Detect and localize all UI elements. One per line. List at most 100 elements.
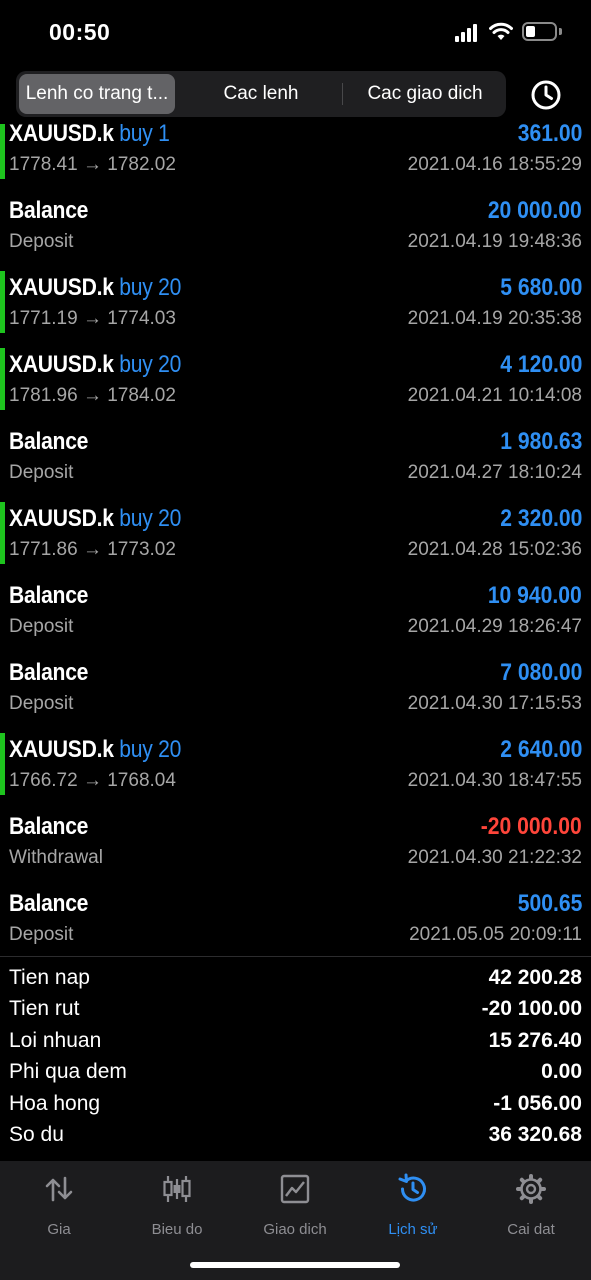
tab-orders[interactable]: Cac lenh [182,74,340,114]
summary-label: Phi qua dem [9,1060,127,1084]
balance-row[interactable]: Balance Deposit 7 080.00 2021.04.30 17:15:5… [0,647,591,724]
row-amount: 7 080.00 [499,659,582,686]
row-detail: 1771.86 → 1773.02 [9,539,176,560]
row-amount: 10 940.00 [488,582,582,609]
summary-row: Phi qua dem 0.00 [0,1058,591,1089]
row-title: XAUUSD.k buy 20 [9,505,181,533]
summary-label: Loi nhuan [9,1028,102,1052]
history-list[interactable]: XAUUSD.k buy 1 1778.41 → 1782.02 361.00 202… [0,124,591,956]
row-amount: 2 320.00 [499,505,582,532]
summary-row: Tien nap 42 200.28 [0,964,591,995]
buy-indicator-bar [0,348,5,410]
row-title: Balance [9,890,88,918]
tab-history-label: Lịch sử [388,1221,438,1238]
row-amount: 4 120.00 [499,351,582,378]
tab-history[interactable]: Lịch sử [354,1171,472,1241]
summary-value: 42 200.28 [488,966,582,989]
summary-value: 15 276.40 [488,1028,582,1052]
battery-icon [522,22,557,41]
summary-label: So du [9,1122,64,1146]
buy-indicator-bar [0,271,5,333]
row-title: Balance [9,659,88,687]
tab-trade[interactable]: Giao dich [236,1171,354,1241]
row-detail: Deposit [9,693,74,714]
trade-row[interactable]: XAUUSD.k buy 20 1781.96 → 1784.02 4 120.00… [0,339,591,416]
home-indicator [190,1262,400,1268]
row-title: Balance [9,197,88,225]
row-detail: Deposit [9,462,74,483]
row-title: Balance [9,582,88,610]
row-symbol: XAUUSD.k [9,274,114,301]
row-side: buy 20 [119,351,182,378]
summary-value: -1 056.00 [493,1091,582,1115]
history-clock-icon [398,1173,426,1202]
row-detail: 1778.41 → 1782.02 [9,154,176,175]
summary-value: 36 320.68 [488,1122,582,1146]
quotes-arrows-icon [45,1176,73,1202]
buy-indicator-bar [0,124,5,179]
tab-chart[interactable]: Bieu do [118,1171,236,1241]
status-time: 00:50 [49,19,111,45]
balance-row[interactable]: Balance Deposit 20 000.00 2021.04.19 19:48:… [0,185,591,262]
row-time: 2021.04.21 10:14:08 [407,385,582,406]
wifi-icon [489,22,513,40]
row-time: 2021.04.16 18:55:29 [407,154,582,175]
summary-label: Tien rut [9,997,80,1021]
trade-chart-icon [280,1174,310,1204]
row-symbol: Balance [9,582,89,609]
row-amount: 2 640.00 [499,736,582,763]
summary-row: Loi nhuan 15 276.40 [0,1027,591,1058]
row-time: 2021.04.19 19:48:36 [407,231,582,252]
row-amount: 361.00 [517,124,582,147]
history-tabs-row: Lenh co trang t... Cac lenh Cac giao dic… [0,66,591,124]
summary-value: 0.00 [541,1060,582,1084]
row-symbol: XAUUSD.k [9,736,114,763]
summary-divider [0,956,591,957]
tab-quotes[interactable]: Gia [0,1171,118,1241]
row-symbol: XAUUSD.k [9,351,114,378]
summary-row: So du 36 320.68 [0,1121,591,1152]
row-symbol: XAUUSD.k [9,505,114,532]
tab-open-positions[interactable]: Lenh co trang t... [19,74,175,114]
row-time: 2021.05.05 20:09:11 [409,924,582,945]
tab-chart-label: Bieu do [151,1221,203,1238]
summary-label: Hoa hong [9,1091,101,1115]
row-symbol: Balance [9,428,89,455]
row-amount: 1 980.63 [499,428,582,455]
balance-row[interactable]: Balance Deposit 10 940.00 2021.04.29 18:26:… [0,570,591,647]
balance-row[interactable]: Balance Withdrawal -20 000.00 2021.04.30 21… [0,801,591,878]
tab-quotes-label: Gia [47,1221,71,1238]
row-title: Balance [9,813,88,841]
segment-divider [342,83,343,105]
tab-deals[interactable]: Cac giao dich [346,74,504,114]
row-title: XAUUSD.k buy 20 [9,274,181,302]
summary-row: Hoa hong -1 056.00 [0,1090,591,1121]
row-time: 2021.04.30 17:15:53 [407,693,582,714]
summary-row: Tien rut -20 100.00 [0,995,591,1026]
summary-value: -20 100.00 [481,997,582,1021]
row-symbol: Balance [9,813,89,840]
row-amount: 20 000.00 [488,197,582,224]
candlestick-chart-icon [163,1176,191,1202]
history-period-icon[interactable] [529,78,563,112]
tab-settings[interactable]: Cai dat [472,1171,590,1241]
row-title: XAUUSD.k buy 20 [9,351,181,379]
row-side: buy 20 [119,505,182,532]
trade-row[interactable]: XAUUSD.k buy 20 1771.86 → 1773.02 2 320.00… [0,493,591,570]
trade-row[interactable]: XAUUSD.k buy 1 1778.41 → 1782.02 361.00 202… [0,124,591,185]
row-time: 2021.04.29 18:26:47 [407,616,582,637]
battery-nub [559,28,562,35]
gear-icon [516,1174,546,1204]
row-symbol: Balance [9,890,89,917]
balance-row[interactable]: Balance Deposit 1 980.63 2021.04.27 18:10:2… [0,416,591,493]
balance-row[interactable]: Balance Deposit 500.65 2021.05.05 20:09:11 [0,878,591,955]
cellular-signal-icon [455,24,481,42]
trade-row[interactable]: XAUUSD.k buy 20 1771.19 → 1774.03 5 680.00… [0,262,591,339]
row-amount: -20 000.00 [481,813,582,840]
row-time: 2021.04.30 21:22:32 [407,847,582,868]
trade-row[interactable]: XAUUSD.k buy 20 1766.72 → 1768.04 2 640.00… [0,724,591,801]
buy-indicator-bar [0,733,5,795]
segmented-control: Lenh co trang t... Cac lenh Cac giao dic… [16,71,506,117]
row-detail: 1771.19 → 1774.03 [9,308,176,329]
row-amount: 500.65 [517,890,582,917]
